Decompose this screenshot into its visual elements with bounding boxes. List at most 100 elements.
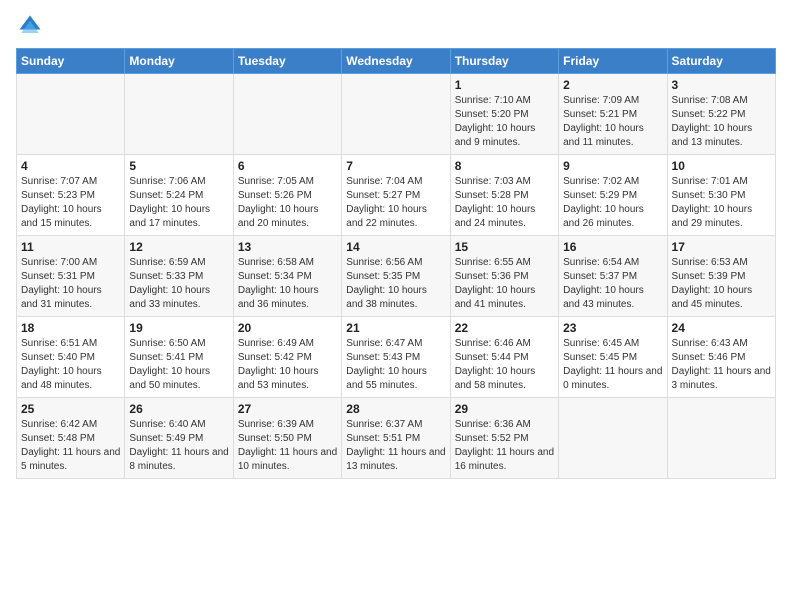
day-number: 19: [129, 321, 228, 335]
calendar-cell: 28Sunrise: 6:37 AMSunset: 5:51 PMDayligh…: [342, 398, 450, 479]
day-info: Sunrise: 6:36 AMSunset: 5:52 PMDaylight:…: [455, 418, 554, 474]
calendar-week-4: 18Sunrise: 6:51 AMSunset: 5:40 PMDayligh…: [17, 317, 776, 398]
day-info: Sunrise: 6:39 AMSunset: 5:50 PMDaylight:…: [238, 418, 337, 474]
calendar-cell: 4 Sunrise: 7:07 AMSunset: 5:23 PMDaylight…: [17, 155, 125, 236]
day-number: 13: [238, 240, 337, 254]
calendar-week-1: 1 Sunrise: 7:10 AMSunset: 5:20 PMDaylight…: [17, 74, 776, 155]
header-tuesday: Tuesday: [233, 49, 341, 74]
day-number: 22: [455, 321, 554, 335]
day-info: Sunrise: 6:42 AMSunset: 5:48 PMDaylight:…: [21, 418, 120, 474]
day-number: 17: [672, 240, 771, 254]
calendar-cell: 6 Sunrise: 7:05 AMSunset: 5:26 PMDaylight…: [233, 155, 341, 236]
day-number: 26: [129, 402, 228, 416]
calendar-cell: [17, 74, 125, 155]
logo: [16, 12, 48, 40]
calendar-cell: 22 Sunrise: 6:46 AMSunset: 5:44 PMDayligh…: [450, 317, 558, 398]
calendar-cell: [342, 74, 450, 155]
day-number: 28: [346, 402, 445, 416]
calendar-cell: 14 Sunrise: 6:56 AMSunset: 5:35 PMDayligh…: [342, 236, 450, 317]
day-info: Sunrise: 7:05 AMSunset: 5:26 PMDaylight:…: [238, 175, 337, 231]
day-info: Sunrise: 7:10 AMSunset: 5:20 PMDaylight:…: [455, 94, 554, 150]
calendar-cell: 25Sunrise: 6:42 AMSunset: 5:48 PMDayligh…: [17, 398, 125, 479]
day-number: 3: [672, 78, 771, 92]
calendar-cell: 10 Sunrise: 7:01 AMSunset: 5:30 PMDayligh…: [667, 155, 775, 236]
calendar-cell: 9 Sunrise: 7:02 AMSunset: 5:29 PMDaylight…: [559, 155, 667, 236]
calendar-cell: 19 Sunrise: 6:50 AMSunset: 5:41 PMDayligh…: [125, 317, 233, 398]
calendar-cell: 20 Sunrise: 6:49 AMSunset: 5:42 PMDayligh…: [233, 317, 341, 398]
day-info: Sunrise: 6:49 AMSunset: 5:42 PMDaylight:…: [238, 337, 337, 393]
day-info: Sunrise: 7:04 AMSunset: 5:27 PMDaylight:…: [346, 175, 445, 231]
day-number: 4: [21, 159, 120, 173]
day-number: 10: [672, 159, 771, 173]
calendar-cell: 12 Sunrise: 6:59 AMSunset: 5:33 PMDayligh…: [125, 236, 233, 317]
day-info: Sunrise: 7:03 AMSunset: 5:28 PMDaylight:…: [455, 175, 554, 231]
header-saturday: Saturday: [667, 49, 775, 74]
day-number: 21: [346, 321, 445, 335]
day-number: 2: [563, 78, 662, 92]
calendar-cell: 18Sunrise: 6:51 AMSunset: 5:40 PMDayligh…: [17, 317, 125, 398]
calendar-cell: 2Sunrise: 7:09 AMSunset: 5:21 PMDaylight…: [559, 74, 667, 155]
calendar-cell: 27 Sunrise: 6:39 AMSunset: 5:50 PMDayligh…: [233, 398, 341, 479]
day-number: 8: [455, 159, 554, 173]
day-number: 29: [455, 402, 554, 416]
day-info: Sunrise: 6:50 AMSunset: 5:41 PMDaylight:…: [129, 337, 228, 393]
day-info: Sunrise: 6:59 AMSunset: 5:33 PMDaylight:…: [129, 256, 228, 312]
calendar-cell: 1 Sunrise: 7:10 AMSunset: 5:20 PMDaylight…: [450, 74, 558, 155]
day-info: Sunrise: 6:40 AMSunset: 5:49 PMDaylight:…: [129, 418, 228, 474]
day-info: Sunrise: 6:54 AMSunset: 5:37 PMDaylight:…: [563, 256, 662, 312]
day-info: Sunrise: 6:55 AMSunset: 5:36 PMDaylight:…: [455, 256, 554, 312]
calendar-cell: [559, 398, 667, 479]
calendar-week-5: 25Sunrise: 6:42 AMSunset: 5:48 PMDayligh…: [17, 398, 776, 479]
day-info: Sunrise: 6:53 AMSunset: 5:39 PMDaylight:…: [672, 256, 771, 312]
calendar-cell: [233, 74, 341, 155]
day-number: 16: [563, 240, 662, 254]
calendar-cell: 16 Sunrise: 6:54 AMSunset: 5:37 PMDayligh…: [559, 236, 667, 317]
calendar-cell: [125, 74, 233, 155]
day-info: Sunrise: 6:58 AMSunset: 5:34 PMDaylight:…: [238, 256, 337, 312]
calendar-table: SundayMondayTuesdayWednesdayThursdayFrid…: [16, 48, 776, 479]
calendar-cell: 8 Sunrise: 7:03 AMSunset: 5:28 PMDaylight…: [450, 155, 558, 236]
page-container: SundayMondayTuesdayWednesdayThursdayFrid…: [0, 0, 792, 487]
day-number: 7: [346, 159, 445, 173]
day-info: Sunrise: 7:07 AMSunset: 5:23 PMDaylight:…: [21, 175, 120, 231]
day-info: Sunrise: 7:08 AMSunset: 5:22 PMDaylight:…: [672, 94, 771, 150]
day-number: 20: [238, 321, 337, 335]
calendar-cell: 13 Sunrise: 6:58 AMSunset: 5:34 PMDayligh…: [233, 236, 341, 317]
header-thursday: Thursday: [450, 49, 558, 74]
day-number: 15: [455, 240, 554, 254]
calendar-week-3: 11 Sunrise: 7:00 AMSunset: 5:31 PMDayligh…: [17, 236, 776, 317]
logo-icon: [16, 12, 44, 40]
calendar-cell: 5 Sunrise: 7:06 AMSunset: 5:24 PMDaylight…: [125, 155, 233, 236]
day-info: Sunrise: 6:46 AMSunset: 5:44 PMDaylight:…: [455, 337, 554, 393]
calendar-cell: 23 Sunrise: 6:45 AMSunset: 5:45 PMDayligh…: [559, 317, 667, 398]
calendar-header-row: SundayMondayTuesdayWednesdayThursdayFrid…: [17, 49, 776, 74]
calendar-cell: 11 Sunrise: 7:00 AMSunset: 5:31 PMDayligh…: [17, 236, 125, 317]
day-number: 14: [346, 240, 445, 254]
day-info: Sunrise: 7:02 AMSunset: 5:29 PMDaylight:…: [563, 175, 662, 231]
header-wednesday: Wednesday: [342, 49, 450, 74]
day-info: Sunrise: 6:43 AMSunset: 5:46 PMDaylight:…: [672, 337, 771, 393]
day-number: 9: [563, 159, 662, 173]
day-number: 11: [21, 240, 120, 254]
day-info: Sunrise: 6:47 AMSunset: 5:43 PMDaylight:…: [346, 337, 445, 393]
day-number: 12: [129, 240, 228, 254]
calendar-cell: 24Sunrise: 6:43 AMSunset: 5:46 PMDayligh…: [667, 317, 775, 398]
day-number: 1: [455, 78, 554, 92]
day-info: Sunrise: 7:01 AMSunset: 5:30 PMDaylight:…: [672, 175, 771, 231]
day-number: 23: [563, 321, 662, 335]
calendar-cell: 17 Sunrise: 6:53 AMSunset: 5:39 PMDayligh…: [667, 236, 775, 317]
day-number: 5: [129, 159, 228, 173]
day-number: 27: [238, 402, 337, 416]
day-info: Sunrise: 6:45 AMSunset: 5:45 PMDaylight:…: [563, 337, 662, 393]
calendar-cell: 3 Sunrise: 7:08 AMSunset: 5:22 PMDaylight…: [667, 74, 775, 155]
calendar-cell: 26 Sunrise: 6:40 AMSunset: 5:49 PMDayligh…: [125, 398, 233, 479]
day-number: 6: [238, 159, 337, 173]
day-info: Sunrise: 6:56 AMSunset: 5:35 PMDaylight:…: [346, 256, 445, 312]
calendar-week-2: 4 Sunrise: 7:07 AMSunset: 5:23 PMDaylight…: [17, 155, 776, 236]
calendar-cell: [667, 398, 775, 479]
day-info: Sunrise: 6:51 AMSunset: 5:40 PMDaylight:…: [21, 337, 120, 393]
header: [16, 12, 776, 40]
day-info: Sunrise: 7:06 AMSunset: 5:24 PMDaylight:…: [129, 175, 228, 231]
header-sunday: Sunday: [17, 49, 125, 74]
day-info: Sunrise: 7:00 AMSunset: 5:31 PMDaylight:…: [21, 256, 120, 312]
